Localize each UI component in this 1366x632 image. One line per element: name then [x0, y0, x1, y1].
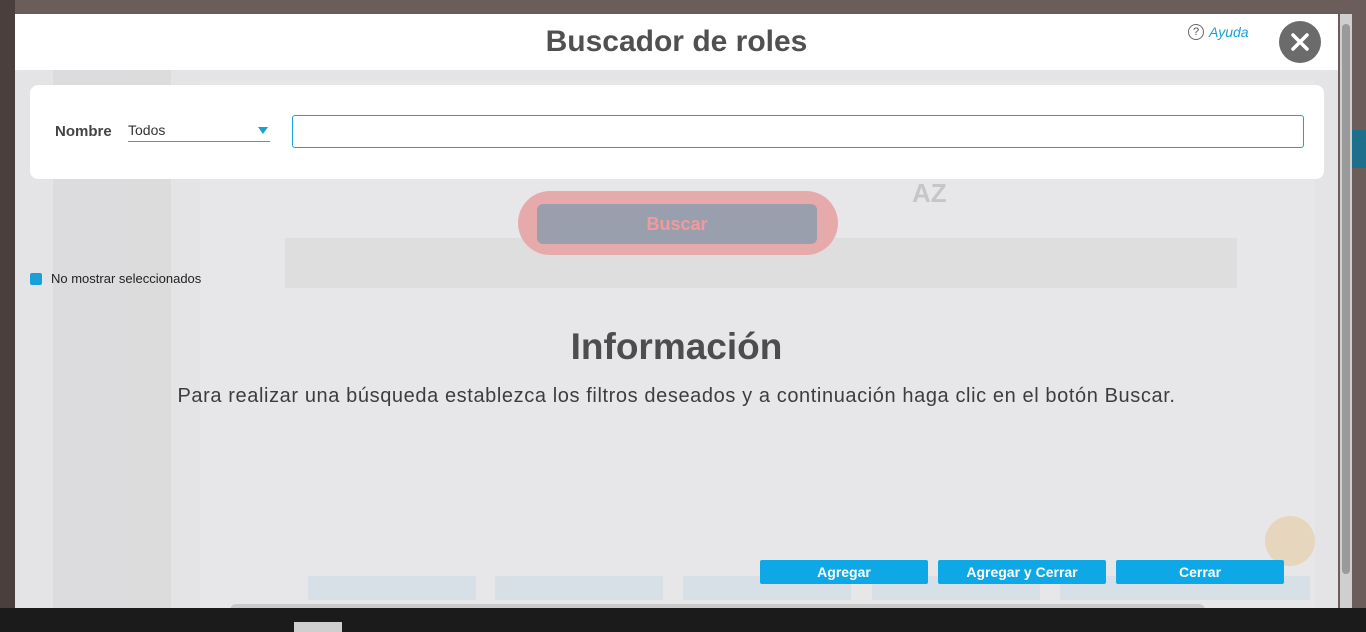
hide-selected-checkbox[interactable] [30, 272, 42, 285]
modal-title: Buscador de roles [545, 25, 808, 58]
filter-operator-select[interactable]: Todos [128, 119, 270, 142]
filter-name-label: Nombre [55, 123, 112, 140]
background-left-rail [0, 0, 15, 632]
close-modal-button[interactable] [1279, 21, 1321, 63]
hide-selected-label: No mostrar seleccionados [51, 271, 202, 286]
role-search-modal: AZ Buscador de roles ? Ayuda Nombre Todo… [15, 14, 1338, 608]
help-link[interactable]: ? Ayuda [1188, 24, 1249, 40]
background-right-tab [1352, 130, 1366, 168]
search-button[interactable]: Buscar [537, 204, 817, 244]
add-button[interactable]: Agregar [760, 560, 928, 584]
add-and-close-button[interactable]: Agregar y Cerrar [938, 560, 1106, 584]
help-label: Ayuda [1209, 24, 1249, 40]
filter-card: Nombre Todos [30, 85, 1324, 179]
taskbar-item [294, 622, 342, 632]
info-message: Para realizar una búsqueda establezca lo… [177, 385, 1176, 407]
page-scrollbar-thumb[interactable] [1342, 24, 1350, 574]
page-scrollbar[interactable] [1340, 14, 1352, 608]
filter-operator-value: Todos [128, 122, 166, 138]
question-circle-icon: ? [1188, 24, 1204, 40]
name-search-input[interactable] [292, 115, 1304, 148]
close-icon [1291, 33, 1309, 51]
close-button[interactable]: Cerrar [1116, 560, 1284, 584]
hide-selected-option[interactable]: No mostrar seleccionados [30, 271, 201, 286]
taskbar [0, 608, 1366, 632]
chevron-down-icon [258, 127, 268, 134]
info-title: Información [570, 326, 783, 367]
